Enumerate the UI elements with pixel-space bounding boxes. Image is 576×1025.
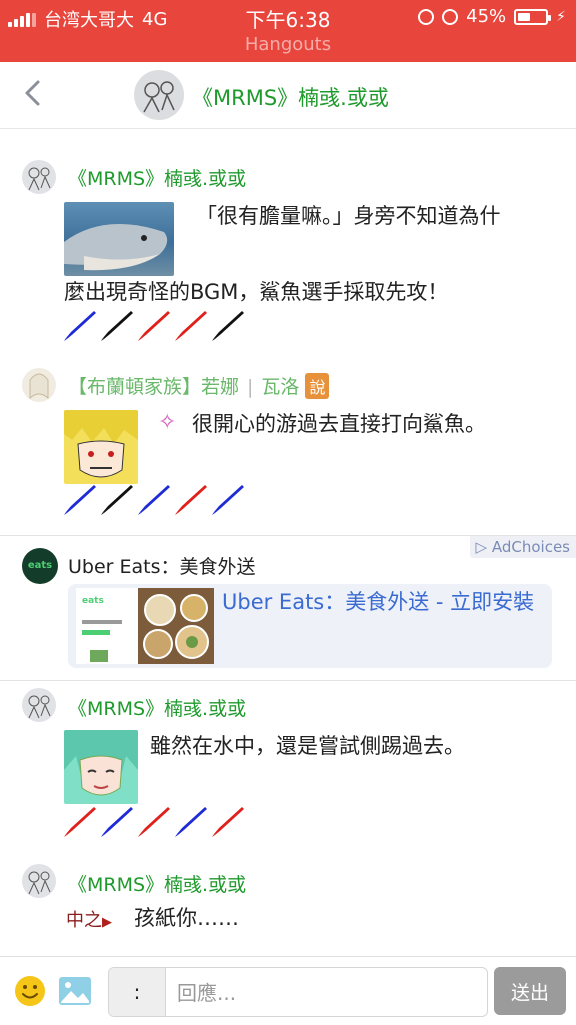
vuvuzela-icon	[138, 485, 170, 515]
adchoices-icon: ▷	[475, 538, 492, 556]
character-avatar-image	[64, 730, 138, 804]
adchoices-label[interactable]: ▷ AdChoices	[469, 536, 576, 558]
vuvuzela-icon	[101, 807, 133, 837]
avatar[interactable]	[22, 160, 56, 194]
message-text: 孩紙你……	[134, 906, 239, 930]
vuvuzela-icon	[212, 311, 244, 341]
battery-percent: 45%	[466, 6, 507, 27]
send-button[interactable]: 送出	[494, 967, 566, 1015]
vuvuzela-icon	[212, 807, 244, 837]
reply-input[interactable]	[175, 968, 479, 1016]
message-text: 很開心的游過去直接打向鯊魚。	[192, 412, 486, 436]
avatar[interactable]	[22, 688, 56, 722]
chat-header: 《MRMS》楠彧.或或	[0, 62, 576, 129]
character-avatar-image	[64, 410, 138, 484]
message-text: 雖然在水中，還是嘗試側踢過去。	[150, 734, 465, 758]
composer-bar: : 送出	[0, 956, 576, 1025]
username[interactable]: 【布蘭頓家族】若娜	[68, 376, 239, 398]
emoji-icon[interactable]	[14, 975, 46, 1007]
username-line: 【布蘭頓家族】若娜 | 瓦洛說	[68, 372, 330, 399]
ad-brand-logo: eats	[22, 548, 58, 584]
vuvuzela-icon	[175, 807, 207, 837]
vuvuzela-icon	[212, 485, 244, 515]
status-bar: 台湾大哥大 4G 下午6:38 Hangouts 45% ⚡	[0, 0, 576, 62]
reaction-horns	[64, 308, 245, 341]
colon-button[interactable]: :	[109, 968, 166, 1016]
post-item: 【布蘭頓家族】若娜 | 瓦洛說 ✧ 很開心的游過去直接打向鯊魚。	[0, 366, 576, 526]
vuvuzela-icon	[138, 807, 170, 837]
username[interactable]: 《MRMS》楠彧.或或	[68, 870, 246, 897]
ad-unit[interactable]: ▷ AdChoices eats Uber Eats：美食外送 eats Ube…	[0, 535, 576, 681]
ad-food-photo	[138, 588, 214, 664]
vuvuzela-icon	[138, 311, 170, 341]
post-item: 《MRMS》楠彧.或或 中之▶ 孩紙你……	[0, 864, 576, 954]
ad-app-screenshot: eats	[76, 588, 140, 664]
reaction-horns	[64, 482, 245, 515]
ooc-tag: 中之▶	[66, 910, 112, 931]
avatar[interactable]	[22, 864, 56, 898]
post-item: 《MRMS》楠彧.或或 「很有膽量嘛。」身旁不知道為什 麼出現奇怪的BGM，鯊魚…	[0, 158, 576, 348]
ad-card[interactable]: eats Uber Eats：美食外送 - 立即安裝	[68, 584, 552, 668]
username[interactable]: 《MRMS》楠彧.或或	[68, 694, 246, 721]
vuvuzela-icon	[64, 485, 96, 515]
vuvuzela-icon	[175, 311, 207, 341]
vuvuzela-icon	[175, 485, 207, 515]
vuvuzela-icon	[101, 311, 133, 341]
message-text-line1: 「很有膽量嘛。」身旁不知道為什	[196, 204, 501, 228]
header-avatar[interactable]	[134, 70, 184, 120]
chevron-left-icon[interactable]	[18, 78, 48, 108]
image-upload-icon[interactable]	[58, 975, 92, 1007]
reaction-horns	[64, 804, 245, 837]
vuvuzela-icon	[64, 311, 96, 341]
username[interactable]: 《MRMS》楠彧.或或	[68, 164, 246, 191]
ad-eats-mark: eats	[82, 596, 104, 606]
sparkle-icon: ✧	[158, 410, 177, 435]
battery-icon	[514, 8, 552, 25]
ad-title[interactable]: Uber Eats：美食外送	[68, 552, 256, 579]
role-label: 瓦洛	[261, 376, 300, 398]
alarm-icon	[442, 8, 459, 25]
page-title: 《MRMS》楠彧.或或	[192, 86, 389, 110]
vuvuzela-icon	[101, 485, 133, 515]
avatar[interactable]	[22, 368, 56, 402]
triangle-right-icon: ▶	[102, 915, 112, 930]
role-badge: 說	[305, 373, 330, 399]
charging-bolt-icon: ⚡	[556, 8, 566, 25]
ad-link[interactable]: Uber Eats：美食外送 - 立即安裝	[222, 586, 542, 618]
app-subtitle: Hangouts	[244, 34, 332, 55]
shark-image	[64, 202, 174, 276]
reply-box: :	[108, 967, 488, 1017]
post-item: 《MRMS》楠彧.或或 雖然在水中，還是嘗試側踢過去。	[0, 688, 576, 848]
rotation-lock-icon	[418, 8, 435, 25]
vuvuzela-icon	[64, 807, 96, 837]
